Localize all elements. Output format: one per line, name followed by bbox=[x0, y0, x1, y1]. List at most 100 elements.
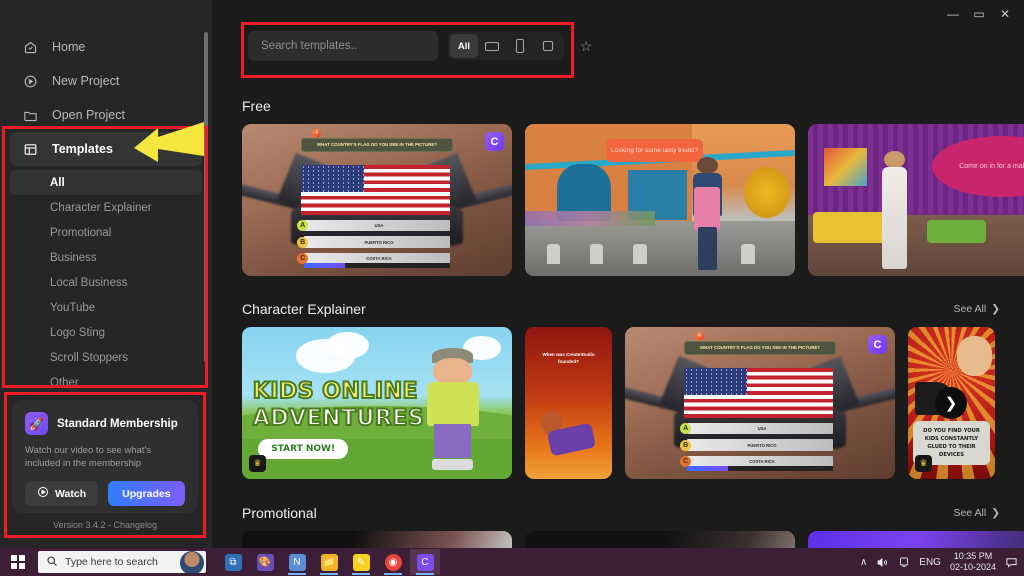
system-tray: ∧ ENG 10:35 PM 02-10-2024 bbox=[860, 551, 1024, 573]
premium-crown-badge: ♛ bbox=[915, 455, 932, 472]
quiz-question: WHAT COUNTRY'S FLAG DO YOU SEE IN THE PI… bbox=[684, 340, 836, 355]
language-indicator[interactable]: ENG bbox=[919, 557, 941, 568]
category-promotional[interactable]: Promotional bbox=[10, 220, 202, 245]
chevron-right-icon: ❯ bbox=[991, 507, 1000, 519]
template-card-salon[interactable]: Come on in for a makeover! ❯ bbox=[808, 124, 1024, 276]
close-button[interactable]: ✕ bbox=[992, 1, 1018, 27]
changelog-link[interactable]: Changelog bbox=[114, 520, 158, 530]
quiz-timer: 4 bbox=[312, 128, 322, 138]
template-card-devices[interactable]: DO YOU FIND YOUR KIDS CONSTANTLY GLUED T… bbox=[908, 327, 995, 479]
quiz-option: B PUERTO RICO bbox=[297, 236, 450, 248]
see-all-label: See All bbox=[953, 303, 987, 315]
upgrades-button[interactable]: Upgrades bbox=[108, 481, 185, 506]
action-center-icon[interactable] bbox=[1005, 556, 1018, 569]
createstudio-window: Home New Project Open Project Templates … bbox=[0, 0, 1024, 576]
filter-square-button[interactable] bbox=[534, 34, 562, 58]
template-card-founded[interactable]: When was CreateStudio founded? bbox=[525, 327, 612, 479]
ratio-portrait-icon bbox=[516, 39, 524, 53]
category-label: Logo Sting bbox=[50, 326, 105, 339]
quiz-progress-bar bbox=[304, 263, 450, 269]
clock[interactable]: 10:35 PM 02-10-2024 bbox=[950, 551, 996, 573]
start-button[interactable] bbox=[0, 548, 36, 576]
chrome-icon[interactable]: ◉ bbox=[378, 549, 408, 575]
filter-all-button[interactable]: All bbox=[450, 34, 478, 58]
character-row-next-button[interactable]: ❯ bbox=[935, 387, 967, 419]
thumbnail-art: 4 WHAT COUNTRY'S FLAG DO YOU SEE IN THE … bbox=[625, 327, 895, 479]
category-label: Other bbox=[50, 376, 79, 389]
category-logo-sting[interactable]: Logo Sting bbox=[10, 320, 202, 345]
kids-title-line2: ADVENTURES bbox=[252, 405, 425, 432]
promo-card-1[interactable] bbox=[242, 531, 512, 548]
paint-icon[interactable]: 🎨 bbox=[250, 549, 280, 575]
taskbar-search-box[interactable]: Type here to search bbox=[38, 551, 206, 573]
promo-card-3[interactable] bbox=[808, 531, 1024, 548]
thumbnail-art: When was CreateStudio founded? bbox=[525, 327, 612, 479]
category-label: Business bbox=[50, 251, 97, 264]
filter-portrait-button[interactable] bbox=[506, 34, 534, 58]
template-card-flag-quiz-2[interactable]: 4 WHAT COUNTRY'S FLAG DO YOU SEE IN THE … bbox=[625, 327, 895, 479]
onenote-icon[interactable]: N bbox=[282, 549, 312, 575]
sidebar-scrollbar[interactable] bbox=[204, 32, 208, 362]
file-explorer-icon[interactable]: 📁 bbox=[314, 549, 344, 575]
quiz-option: A USA bbox=[680, 422, 833, 435]
network-icon[interactable] bbox=[898, 556, 910, 568]
play-circle-icon bbox=[22, 73, 39, 90]
maximize-button[interactable]: ▭ bbox=[966, 1, 992, 27]
promo-card-2[interactable] bbox=[525, 531, 795, 548]
thumbnail-art: Come on in for a makeover! bbox=[808, 124, 1024, 276]
show-hidden-icons-chevron[interactable]: ∧ bbox=[860, 557, 867, 568]
membership-card: 🚀 Standard Membership Watch our video to… bbox=[12, 400, 198, 513]
sticky-notes-icon[interactable]: ✎ bbox=[346, 549, 376, 575]
option-letter: A bbox=[297, 219, 309, 231]
section-character-explainer: Character Explainer See All ❯ KIDS ONLIN… bbox=[212, 301, 1024, 479]
watch-button-label: Watch bbox=[55, 487, 87, 500]
option-letter: A bbox=[680, 422, 692, 434]
favorites-button[interactable]: ☆ bbox=[574, 34, 598, 58]
watch-button[interactable]: Watch bbox=[25, 481, 99, 506]
category-scroll-stoppers[interactable]: Scroll Stoppers bbox=[10, 345, 202, 370]
taskbar-search-placeholder: Type here to search bbox=[65, 556, 158, 568]
search-toolbar: All ☆ bbox=[248, 31, 598, 61]
premium-crown-badge: ♛ bbox=[249, 455, 266, 472]
option-text: USA bbox=[757, 425, 767, 431]
template-card-flag-quiz[interactable]: 4 WHAT COUNTRY'S FLAG DO YOU SEE IN THE … bbox=[242, 124, 512, 276]
category-other[interactable]: Other bbox=[10, 370, 202, 395]
category-all[interactable]: All bbox=[10, 170, 202, 195]
category-local-business[interactable]: Local Business bbox=[10, 270, 202, 295]
quiz-timer: 4 bbox=[695, 331, 705, 341]
search-input[interactable] bbox=[248, 31, 438, 61]
createstudio-icon[interactable]: C bbox=[410, 549, 440, 575]
usa-flag-image bbox=[684, 368, 833, 419]
section-header: Promotional See All ❯ bbox=[212, 505, 1024, 521]
quiz-progress-bar bbox=[687, 466, 833, 472]
sidebar-nav: Home New Project Open Project Templates … bbox=[0, 0, 212, 395]
chevron-right-icon: ❯ bbox=[991, 303, 1000, 315]
sidebar-item-label: New Project bbox=[52, 74, 120, 88]
category-character-explainer[interactable]: Character Explainer bbox=[10, 195, 202, 220]
option-text: COSTA RICA bbox=[366, 256, 392, 262]
volume-icon[interactable] bbox=[876, 556, 889, 569]
template-card-cafe[interactable]: Looking for some tasty treats? bbox=[525, 124, 795, 276]
category-youtube[interactable]: YouTube bbox=[10, 295, 202, 320]
ratio-filter-group: All bbox=[448, 32, 564, 60]
cortana-avatar-icon bbox=[180, 551, 204, 573]
see-all-label: See All bbox=[953, 507, 987, 519]
version-footer: Version 3.4.2 - Changelog bbox=[12, 520, 198, 530]
option-text: COSTA RICA bbox=[749, 459, 775, 465]
layout-grid-icon bbox=[22, 141, 39, 158]
section-free: Free 4 WHAT COUNTRY'S FLAG DO YOU SEE IN… bbox=[212, 98, 1024, 276]
sidebar-item-home[interactable]: Home bbox=[10, 30, 202, 64]
option-letter: B bbox=[297, 236, 309, 248]
section-header: Character Explainer See All ❯ bbox=[212, 301, 1024, 317]
see-all-character-explainer[interactable]: See All ❯ bbox=[953, 303, 1000, 315]
sidebar-item-new-project[interactable]: New Project bbox=[10, 64, 202, 98]
template-card-kids-online-adventures[interactable]: KIDS ONLINE ADVENTURES START NOW! ♛ bbox=[242, 327, 512, 479]
see-all-promotional[interactable]: See All ❯ bbox=[953, 507, 1000, 519]
minimize-button[interactable]: — bbox=[940, 1, 966, 27]
category-business[interactable]: Business bbox=[10, 245, 202, 270]
sidebar-item-label: Home bbox=[52, 40, 86, 54]
taskview-icon[interactable]: ⧉ bbox=[218, 549, 248, 575]
filter-landscape-button[interactable] bbox=[478, 34, 506, 58]
ratio-square-icon bbox=[543, 41, 553, 51]
main-content: — ▭ ✕ All ☆ Free bbox=[212, 0, 1024, 548]
